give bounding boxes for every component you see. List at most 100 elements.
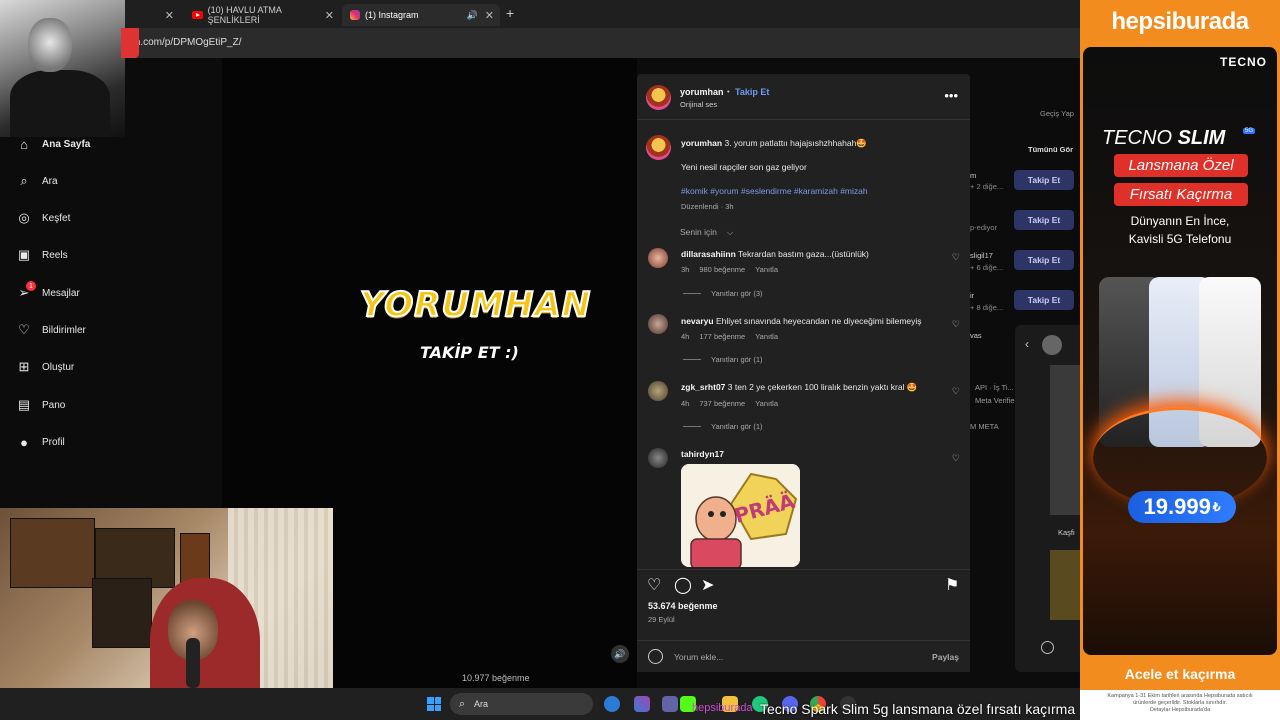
- windows-start-icon[interactable]: [427, 697, 441, 711]
- hepsiburada-logo: hepsiburada: [1111, 8, 1249, 35]
- thumbnail[interactable]: [1050, 365, 1080, 515]
- chart-icon: ▤: [17, 397, 31, 412]
- like-comment-icon[interactable]: ♡: [952, 453, 960, 464]
- like-comment-icon[interactable]: ♡: [952, 386, 960, 397]
- share-icon[interactable]: ➤: [701, 575, 714, 595]
- avatar[interactable]: [648, 248, 668, 268]
- sidebar-item-home[interactable]: ⌂ Ana Sayfa: [16, 134, 90, 154]
- comment-icon[interactable]: ◯: [674, 575, 692, 595]
- post-comment-button[interactable]: Paylaş: [932, 652, 959, 662]
- follow-button[interactable]: Takip Et: [735, 87, 769, 97]
- see-all-link[interactable]: Tümünü Gör: [1028, 145, 1073, 154]
- emoji-icon[interactable]: [648, 649, 663, 664]
- teams-icon[interactable]: [662, 696, 678, 712]
- suggestion-sub: + 6 diğe...: [970, 263, 1004, 272]
- hepsiburada-ad[interactable]: hepsiburada TECNO TECNO SLIM 5G Lansmana…: [1080, 0, 1280, 720]
- close-icon[interactable]: ✕: [165, 9, 174, 22]
- sidebar-item-explore[interactable]: ◎ Keşfet: [16, 208, 70, 228]
- suggestion-name[interactable]: ir: [970, 291, 974, 300]
- avatar[interactable]: [646, 85, 671, 110]
- suggestion-name[interactable]: p-ediyor: [970, 223, 997, 232]
- sidebar-item-notifications[interactable]: ♡ Bildirimler: [16, 320, 86, 340]
- like-count[interactable]: 53.674 beğenme: [648, 601, 718, 611]
- post-actions: ♡ ◯ ➤ ⚑ 53.674 beğenme 29 Eylül Yorum ek…: [637, 569, 970, 672]
- sidebar-item-profile[interactable]: ● Profil: [16, 432, 65, 452]
- copilot-icon[interactable]: [634, 696, 650, 712]
- follow-suggestion-button[interactable]: Takip Et: [1014, 170, 1074, 190]
- new-tab-button[interactable]: +: [506, 5, 514, 21]
- suggestion-name[interactable]: vas: [970, 331, 982, 340]
- avatar[interactable]: [648, 448, 668, 468]
- follow-suggestion-button[interactable]: Takip Et: [1014, 250, 1074, 270]
- reply-button[interactable]: Yanıtla: [755, 399, 778, 408]
- more-options-icon[interactable]: •••: [944, 88, 958, 103]
- view-replies-button[interactable]: Yanıtları gör (1): [683, 422, 763, 431]
- suggestion-sub: + 8 diğe...: [970, 303, 1004, 312]
- sidebar-item-label: Mesajlar: [42, 287, 80, 299]
- search-icon: ⌕: [20, 173, 28, 188]
- edited-label: Düzenlendi · 3h: [681, 202, 734, 211]
- like-icon[interactable]: ♡: [647, 575, 661, 595]
- avatar[interactable]: [648, 381, 668, 401]
- avatar[interactable]: [646, 135, 671, 160]
- sidebar-item-search[interactable]: ⌕ Ara: [16, 171, 57, 191]
- footer-link[interactable]: API · İş Ti...: [975, 383, 1014, 392]
- taskbar-search[interactable]: Ara: [450, 693, 593, 715]
- comment-text: tahirdyn17: [681, 449, 724, 459]
- avatar[interactable]: [648, 314, 668, 334]
- sidebar-item-reels[interactable]: ▣ Reels: [16, 245, 68, 265]
- messages-mini-panel[interactable]: ‹ Kaşfi: [1015, 325, 1080, 672]
- follow-suggestion-button[interactable]: Takip Et: [1014, 210, 1074, 230]
- bookmark-icon[interactable]: ⚑: [945, 575, 959, 595]
- cartoon-sticker-image: PRÄÄ: [681, 464, 800, 567]
- address-bar[interactable]: m.com/p/DPMOgEtiP_Z/: [0, 28, 1080, 58]
- comment-text: nevaryu Ehliyet sınavında heyecandan ne …: [681, 316, 922, 326]
- reply-button[interactable]: Yanıtla: [755, 332, 778, 341]
- mute-button[interactable]: 🔊: [611, 645, 629, 663]
- sidebar-item-create[interactable]: ⊞ Oluştur: [16, 357, 75, 377]
- ad-price: 19.999 ₺: [1128, 491, 1236, 523]
- sidebar-item-dashboard[interactable]: ▤ Pano: [16, 395, 66, 415]
- comment-input[interactable]: Yorum ekle... Paylaş: [637, 640, 970, 673]
- post-username[interactable]: yorumhan: [680, 87, 724, 97]
- tab-youtube[interactable]: (10) HAVLU ATMA ŞENLİKLERİ ✕: [184, 4, 340, 26]
- footer-link[interactable]: Meta Verifie...: [975, 396, 1021, 405]
- close-icon[interactable]: ✕: [325, 9, 334, 22]
- tab-previous[interactable]: ✕: [130, 4, 180, 26]
- view-replies-button[interactable]: Yanıtları gör (1): [683, 355, 763, 364]
- close-icon[interactable]: ✕: [485, 9, 494, 22]
- red-logo-icon: [121, 28, 139, 58]
- video-like-count: 10.977 beğenme: [462, 673, 530, 683]
- ad-pill: Lansmana Özel: [1114, 154, 1248, 177]
- video-logo-text: YORUMHAN: [359, 284, 592, 326]
- thumbnail[interactable]: [1050, 550, 1080, 620]
- follow-suggestion-button[interactable]: Takip Et: [1014, 290, 1074, 310]
- browser-tab-bar: ✕ (10) HAVLU ATMA ŞENLİKLERİ ✕ (1) Insta…: [0, 0, 1080, 28]
- view-replies-button[interactable]: Yanıtları gör (3): [683, 289, 763, 298]
- like-comment-icon[interactable]: ♡: [952, 252, 960, 263]
- switch-account-link[interactable]: Geçiş Yap: [1040, 109, 1074, 118]
- like-comment-icon[interactable]: ♡: [952, 319, 960, 330]
- chevron-left-icon[interactable]: ‹: [1025, 337, 1029, 351]
- ad-subtitle: Dünyanın En İnce,: [1130, 214, 1230, 228]
- ad-pill: Fırsatı Kaçırma: [1114, 183, 1248, 206]
- sidebar-item-label: Ana Sayfa: [42, 138, 91, 150]
- post-hashtags[interactable]: #komik #yorum #seslendirme #karamizah #m…: [681, 186, 868, 196]
- suggestion-name[interactable]: m: [970, 171, 976, 180]
- reply-button[interactable]: Yanıtla: [755, 265, 778, 274]
- speaker-icon[interactable]: 🔊: [467, 10, 478, 21]
- comment-meta: 4h 177 beğenme Yanıtla: [681, 332, 779, 341]
- tab-instagram[interactable]: (1) Instagram 🔊 ✕: [342, 4, 500, 26]
- emoji-icon[interactable]: [1041, 641, 1054, 654]
- sidebar-item-label: Pano: [42, 399, 66, 411]
- suggestion-name[interactable]: sligil17: [970, 251, 993, 260]
- app-icon[interactable]: [604, 696, 620, 712]
- ad-cta-button[interactable]: Acele et kaçırma: [1083, 660, 1277, 687]
- messenger-icon: ➢ 1: [16, 281, 36, 301]
- audio-label[interactable]: Orijinal ses: [680, 100, 717, 109]
- sidebar-item-label: Profil: [42, 436, 65, 448]
- reels-icon: ▣: [17, 247, 31, 262]
- comment-sort-dropdown[interactable]: Senin için ⌵: [680, 227, 743, 238]
- url-text: m.com/p/DPMOgEtiP_Z/: [132, 37, 242, 48]
- sidebar-item-messages[interactable]: ➢ 1 Mesajlar: [16, 281, 80, 303]
